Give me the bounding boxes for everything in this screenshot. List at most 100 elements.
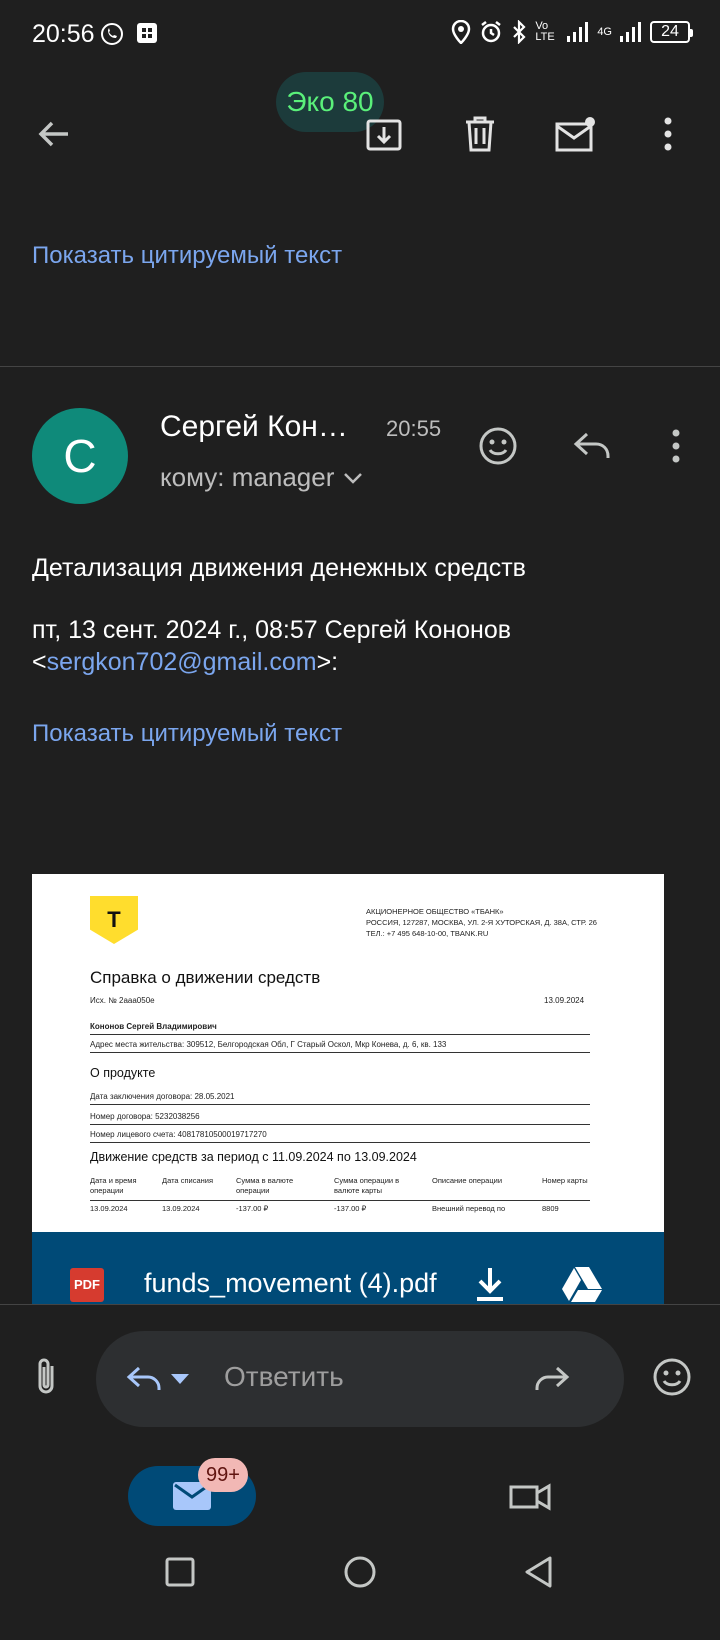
status-bar: 20:56 Vo LTE 4G 24 (0, 0, 720, 72)
download-button[interactable] (462, 1256, 518, 1304)
doc-rule (90, 1142, 590, 1143)
doc-title: Справка о движении средств (90, 968, 321, 987)
table-header-cell: Дата и время операции (90, 1176, 137, 1195)
volte-label: Vo LTE (535, 20, 555, 43)
save-to-drive-button[interactable] (554, 1256, 610, 1304)
reply-bar: Ответить (0, 1304, 720, 1450)
doc-ref: Исх. № 2ааа050е (90, 996, 155, 1005)
recipients-toggle[interactable]: кому: manager (160, 462, 364, 493)
attachment-card[interactable]: T АКЦИОНЕРНОЕ ОБЩЕСТВО «ТБАНК» РОССИЯ, 1… (32, 874, 664, 1304)
system-icons: Vo LTE 4G 24 (451, 20, 693, 44)
location-icon (452, 20, 471, 44)
signal-icon (567, 22, 589, 42)
download-icon (477, 1268, 503, 1301)
battery-icon: 24 (650, 21, 693, 43)
top-action-bar: Эко 80 (0, 72, 720, 200)
message-thread[interactable]: Показать цитируемый текст C Сергей Кон… … (0, 200, 720, 1304)
table-header-cell: Номер карты (542, 1176, 588, 1185)
emoji-icon (653, 1358, 691, 1396)
doc-rule (90, 1104, 590, 1105)
more-vert-icon (664, 117, 672, 151)
table-cell: -137.00 ₽ (334, 1204, 367, 1213)
emoji-icon (479, 427, 517, 465)
caret-down-icon (171, 1374, 189, 1384)
react-emoji-button[interactable] (470, 418, 526, 474)
org-contacts: ТЕЛ.: +7 495 648-10-00, TBANK.RU (366, 929, 489, 938)
client-name: Кононов Сергей Владимирович (90, 1022, 217, 1031)
reply-icon (126, 1366, 161, 1390)
message-divider (0, 366, 720, 367)
app-notification-icon (137, 23, 157, 43)
meet-tab[interactable] (502, 1468, 558, 1524)
table-cell: Внешний перевод по (432, 1204, 506, 1213)
pdf-file-icon: PDF (70, 1268, 104, 1302)
forward-icon (535, 1366, 570, 1390)
alarm-icon (481, 21, 502, 43)
quote-header: пт, 13 сент. 2024 г., 08:57 Сергей Конон… (32, 614, 652, 678)
arrow-back-icon (38, 121, 68, 147)
reply-mode-dropdown[interactable] (160, 1351, 200, 1407)
home-button[interactable] (332, 1544, 388, 1600)
prev-show-quoted-link[interactable]: Показать цитируемый текст (32, 242, 342, 270)
whatsapp-icon (101, 23, 123, 45)
system-back-button[interactable] (510, 1544, 566, 1600)
notification-icons (100, 22, 158, 46)
attachment-bar[interactable]: PDF funds_movement (4).pdf (32, 1232, 664, 1304)
signal-2-icon (620, 22, 641, 42)
period-heading: Движение средств за период с 11.09.2024 … (90, 1150, 417, 1164)
show-quoted-link[interactable]: Показать цитируемый текст (32, 720, 342, 748)
forward-button[interactable] (524, 1351, 580, 1407)
video-camera-icon (509, 1483, 551, 1511)
archive-icon (366, 119, 402, 151)
table-header-cell: Сумма операции в валюте карты (334, 1176, 400, 1195)
emoji-button[interactable] (644, 1349, 700, 1405)
more-options-button[interactable] (640, 106, 696, 162)
square-icon (165, 1557, 195, 1587)
reply-icon (573, 432, 610, 458)
circle-icon (344, 1556, 376, 1588)
reply-input[interactable]: Ответить (96, 1331, 624, 1427)
archive-button[interactable] (356, 106, 412, 162)
trash-icon (466, 116, 494, 152)
table-header-cell: Дата списания (162, 1176, 214, 1185)
reply-button[interactable] (564, 418, 620, 474)
attach-button[interactable] (18, 1349, 74, 1405)
table-cell: -137.00 ₽ (236, 1204, 269, 1213)
message-more-button[interactable] (648, 418, 704, 474)
sender-avatar[interactable]: C (32, 408, 128, 504)
back-button[interactable] (26, 106, 82, 162)
client-address: Адрес места жительства: 309512, Белгород… (90, 1040, 447, 1049)
doc-rule (90, 1034, 590, 1035)
doc-date: 13.09.2024 (544, 996, 585, 1005)
org-name: АКЦИОНЕРНОЕ ОБЩЕСТВО «ТБАНК» (366, 907, 504, 916)
recipient-label: кому: manager (160, 462, 335, 492)
chevron-down-icon (344, 472, 363, 484)
message-time: 20:55 (386, 416, 442, 441)
bottom-navigation: 99+ (0, 1450, 720, 1640)
more-vert-icon (672, 429, 680, 463)
attachment-filename[interactable]: funds_movement (4).pdf (144, 1268, 437, 1299)
mail-unread-icon (555, 117, 595, 152)
logo-letter: T (107, 907, 121, 932)
table-rule (90, 1200, 590, 1201)
tbank-logo: T (90, 896, 138, 944)
org-header: АКЦИОНЕРНОЕ ОБЩЕСТВО «ТБАНК» РОССИЯ, 127… (366, 906, 597, 939)
google-drive-icon (562, 1267, 602, 1302)
recents-button[interactable] (152, 1544, 208, 1600)
quote-header-text: пт, 13 сент. 2024 г., 08:57 Сергей Конон… (32, 616, 512, 644)
table-cell: 13.09.2024 (90, 1204, 128, 1213)
table-header-cell: Сумма в валюте операции (236, 1176, 294, 1195)
bluetooth-icon (513, 20, 526, 44)
mark-unread-button[interactable] (548, 106, 604, 162)
delete-button[interactable] (452, 106, 508, 162)
doc-rule (90, 1124, 590, 1125)
quote-open-bracket: < (32, 648, 47, 676)
sender-email-link[interactable]: sergkon702@gmail.com (47, 648, 317, 676)
sender-name[interactable]: Сергей Кон… (160, 410, 348, 444)
pdf-preview[interactable]: T АКЦИОНЕРНОЕ ОБЩЕСТВО «ТБАНК» РОССИЯ, 1… (32, 874, 664, 1234)
status-time: 20:56 (32, 20, 95, 48)
reply-placeholder[interactable]: Ответить (224, 1361, 344, 1393)
battery-level: 24 (661, 23, 679, 40)
unread-count-badge: 99+ (198, 1458, 248, 1492)
contract-date: Дата заключения договора: 28.05.2021 (90, 1092, 235, 1101)
